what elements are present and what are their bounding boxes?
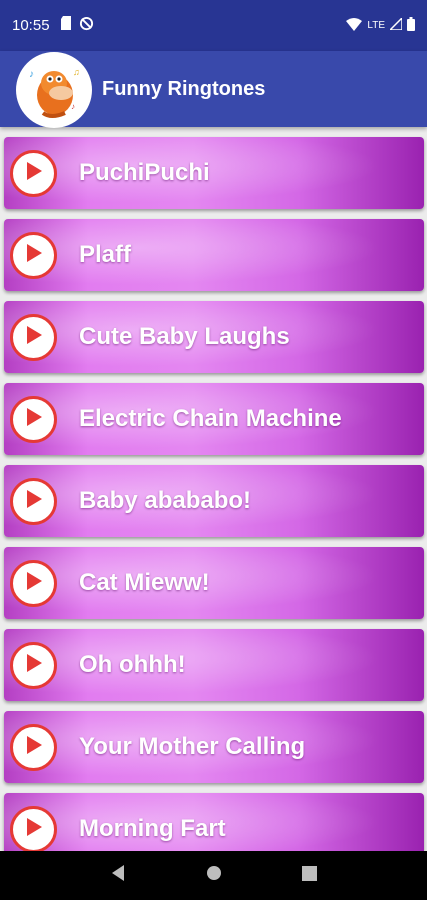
app-title: Funny Ringtones	[102, 77, 266, 100]
play-icon	[25, 571, 43, 596]
ringtone-item[interactable]: Cat Mieww!	[4, 547, 424, 619]
ringtone-label: PuchiPuchi	[79, 159, 210, 186]
play-icon	[25, 489, 43, 514]
play-icon	[25, 407, 43, 432]
play-button[interactable]	[10, 395, 57, 443]
ringtone-label: Cute Baby Laughs	[79, 323, 290, 350]
status-bar: 10:55 LTE	[0, 0, 427, 51]
play-button[interactable]	[10, 723, 57, 771]
signal-icon	[388, 16, 403, 33]
svg-text:♪: ♪	[71, 102, 75, 111]
ringtone-item[interactable]: Baby abababo!	[4, 465, 424, 537]
battery-icon	[407, 17, 415, 34]
play-icon	[25, 325, 43, 350]
play-button[interactable]	[10, 477, 57, 525]
svg-text:♪: ♪	[29, 69, 34, 80]
play-icon	[25, 817, 43, 842]
play-icon	[25, 243, 43, 268]
back-icon[interactable]	[110, 864, 126, 887]
navigation-bar	[0, 851, 427, 900]
play-button[interactable]	[10, 231, 57, 279]
ringtone-label: Cat Mieww!	[79, 569, 210, 596]
play-icon	[25, 735, 43, 760]
play-button[interactable]	[10, 149, 57, 197]
app-bar: ♪ ♫ ♪ Funny Ringtones	[0, 51, 427, 128]
app-logo: ♪ ♫ ♪	[16, 52, 92, 128]
play-icon	[25, 161, 43, 186]
play-icon	[25, 653, 43, 678]
ringtone-item[interactable]: Your Mother Calling	[4, 711, 424, 783]
no-sync-icon	[79, 16, 94, 36]
play-button[interactable]	[10, 641, 57, 689]
ringtone-label: Oh ohhh!	[79, 651, 186, 678]
ringtone-item[interactable]: PuchiPuchi	[4, 137, 424, 209]
ringtone-list[interactable]: PuchiPuchi Plaff Cute Baby Laughs Electric …	[0, 127, 427, 851]
recents-icon[interactable]	[302, 865, 317, 886]
home-icon[interactable]	[206, 865, 222, 886]
ringtone-item[interactable]: Morning Fart	[4, 793, 424, 851]
network-type: LTE	[367, 20, 385, 31]
ringtone-label: Your Mother Calling	[79, 733, 306, 760]
play-button[interactable]	[10, 559, 57, 607]
wifi-icon	[346, 17, 363, 34]
ringtone-label: Electric Chain Machine	[79, 405, 342, 432]
play-button[interactable]	[10, 313, 57, 361]
ringtone-label: Plaff	[79, 241, 132, 268]
play-button[interactable]	[10, 805, 57, 851]
status-time: 10:55	[12, 17, 50, 34]
ringtone-item[interactable]: Electric Chain Machine	[4, 383, 424, 455]
ringtone-item[interactable]: Cute Baby Laughs	[4, 301, 424, 373]
sd-card-icon	[60, 16, 72, 35]
svg-text:♫: ♫	[73, 67, 80, 77]
ringtone-item[interactable]: Plaff	[4, 219, 424, 291]
ringtone-item[interactable]: Oh ohhh!	[4, 629, 424, 701]
ringtone-label: Morning Fart	[79, 815, 226, 842]
ringtone-label: Baby abababo!	[79, 487, 252, 514]
